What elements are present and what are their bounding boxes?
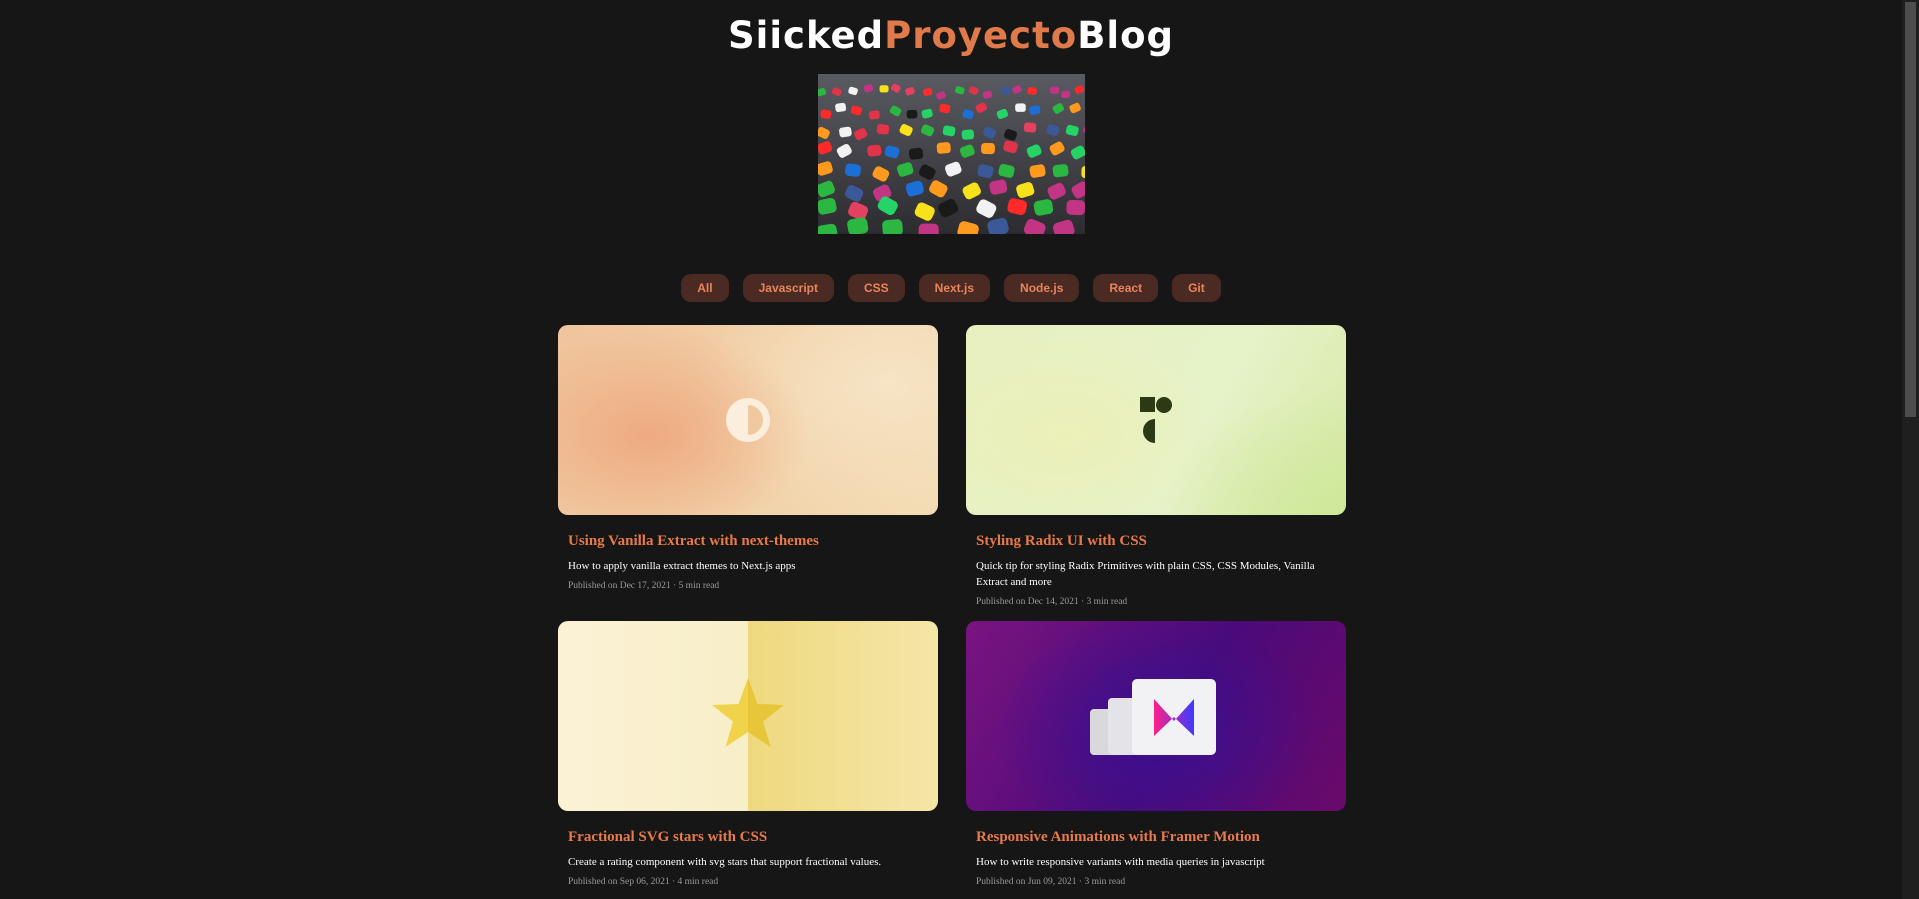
post-card[interactable]: Styling Radix UI with CSS Quick tip for …	[966, 325, 1346, 607]
tag-git[interactable]: Git	[1172, 274, 1221, 302]
social-icon-tile	[981, 142, 995, 155]
scrollbar-thumb[interactable]	[1905, 2, 1916, 417]
social-icon-tile	[835, 102, 847, 113]
social-icon-tile	[908, 147, 924, 160]
post-title[interactable]: Styling Radix UI with CSS	[976, 533, 1346, 550]
tag-javascript[interactable]: Javascript	[742, 274, 834, 302]
title-part-siicked: Siicked	[728, 14, 885, 57]
social-icon-tile	[1050, 86, 1060, 94]
social-icon-tile	[882, 219, 903, 234]
page: SiickedProyectoBlog All Javascript CSS N…	[0, 0, 1902, 899]
social-icon-tile	[1015, 103, 1026, 112]
post-meta: Published on Sep 06, 2021 · 4 min read	[568, 877, 719, 887]
social-icon-tile	[1052, 164, 1069, 178]
post-card[interactable]: Using Vanilla Extract with next-themes H…	[558, 325, 938, 591]
post-thumbnail[interactable]	[558, 325, 938, 515]
social-icon-tile	[876, 124, 890, 135]
radix-logo-icon	[1140, 397, 1172, 443]
tag-css[interactable]: CSS	[847, 274, 905, 302]
star-icon	[712, 678, 784, 747]
post-meta: Published on Dec 17, 2021 · 5 min read	[568, 581, 720, 591]
post-thumbnail[interactable]	[966, 621, 1346, 811]
social-icon-tile	[906, 109, 918, 119]
post-description: How to apply vanilla extract themes to N…	[568, 560, 796, 572]
post-card[interactable]: Responsive Animations with Framer Motion…	[966, 621, 1346, 887]
social-icon-tile	[867, 144, 882, 157]
post-meta: Published on Jun 09, 2021 · 3 min read	[976, 877, 1126, 887]
title-part-proyecto: Proyecto	[884, 14, 1078, 57]
post-card[interactable]: Fractional SVG stars with CSS Create a r…	[558, 621, 938, 887]
social-icon-tile	[879, 85, 889, 93]
title-part-blog: Blog	[1077, 14, 1174, 57]
tag-react[interactable]: React	[1093, 274, 1159, 302]
social-icon-tile	[868, 110, 880, 120]
post-description: How to write responsive variants with me…	[976, 856, 1265, 868]
social-icon-tile	[839, 126, 852, 138]
hero-image	[818, 74, 1085, 234]
post-title[interactable]: Responsive Animations with Framer Motion	[976, 829, 1346, 846]
post-thumbnail[interactable]	[558, 621, 938, 811]
post-thumbnail[interactable]	[966, 325, 1346, 515]
post-meta: Published on Dec 14, 2021 · 3 min read	[976, 597, 1128, 607]
tag-all[interactable]: All	[681, 274, 729, 302]
social-icon-tile	[1066, 199, 1085, 216]
framer-motion-icon	[1090, 679, 1216, 755]
tag-nextjs[interactable]: Next.js	[918, 274, 991, 302]
social-icon-tile	[918, 223, 939, 234]
social-icon-tile	[961, 129, 975, 140]
social-icon-tile	[1023, 122, 1037, 133]
tag-filter-bar: All Javascript CSS Next.js Node.js React…	[0, 274, 1902, 302]
social-icon-tile	[1061, 90, 1071, 99]
post-description: Quick tip for styling Radix Primitives w…	[976, 560, 1315, 588]
post-title[interactable]: Fractional SVG stars with CSS	[568, 829, 938, 846]
social-icon-tile	[936, 142, 951, 154]
social-icon-tile	[820, 109, 832, 119]
tag-nodejs[interactable]: Node.js	[1004, 274, 1080, 302]
post-title[interactable]: Using Vanilla Extract with next-themes	[568, 533, 938, 550]
vertical-scrollbar[interactable]	[1902, 0, 1919, 899]
site-title[interactable]: SiickedProyectoBlog	[0, 14, 1902, 57]
contrast-icon	[726, 398, 770, 442]
post-description: Create a rating component with svg stars…	[568, 856, 882, 868]
social-icon-tile	[844, 163, 861, 177]
